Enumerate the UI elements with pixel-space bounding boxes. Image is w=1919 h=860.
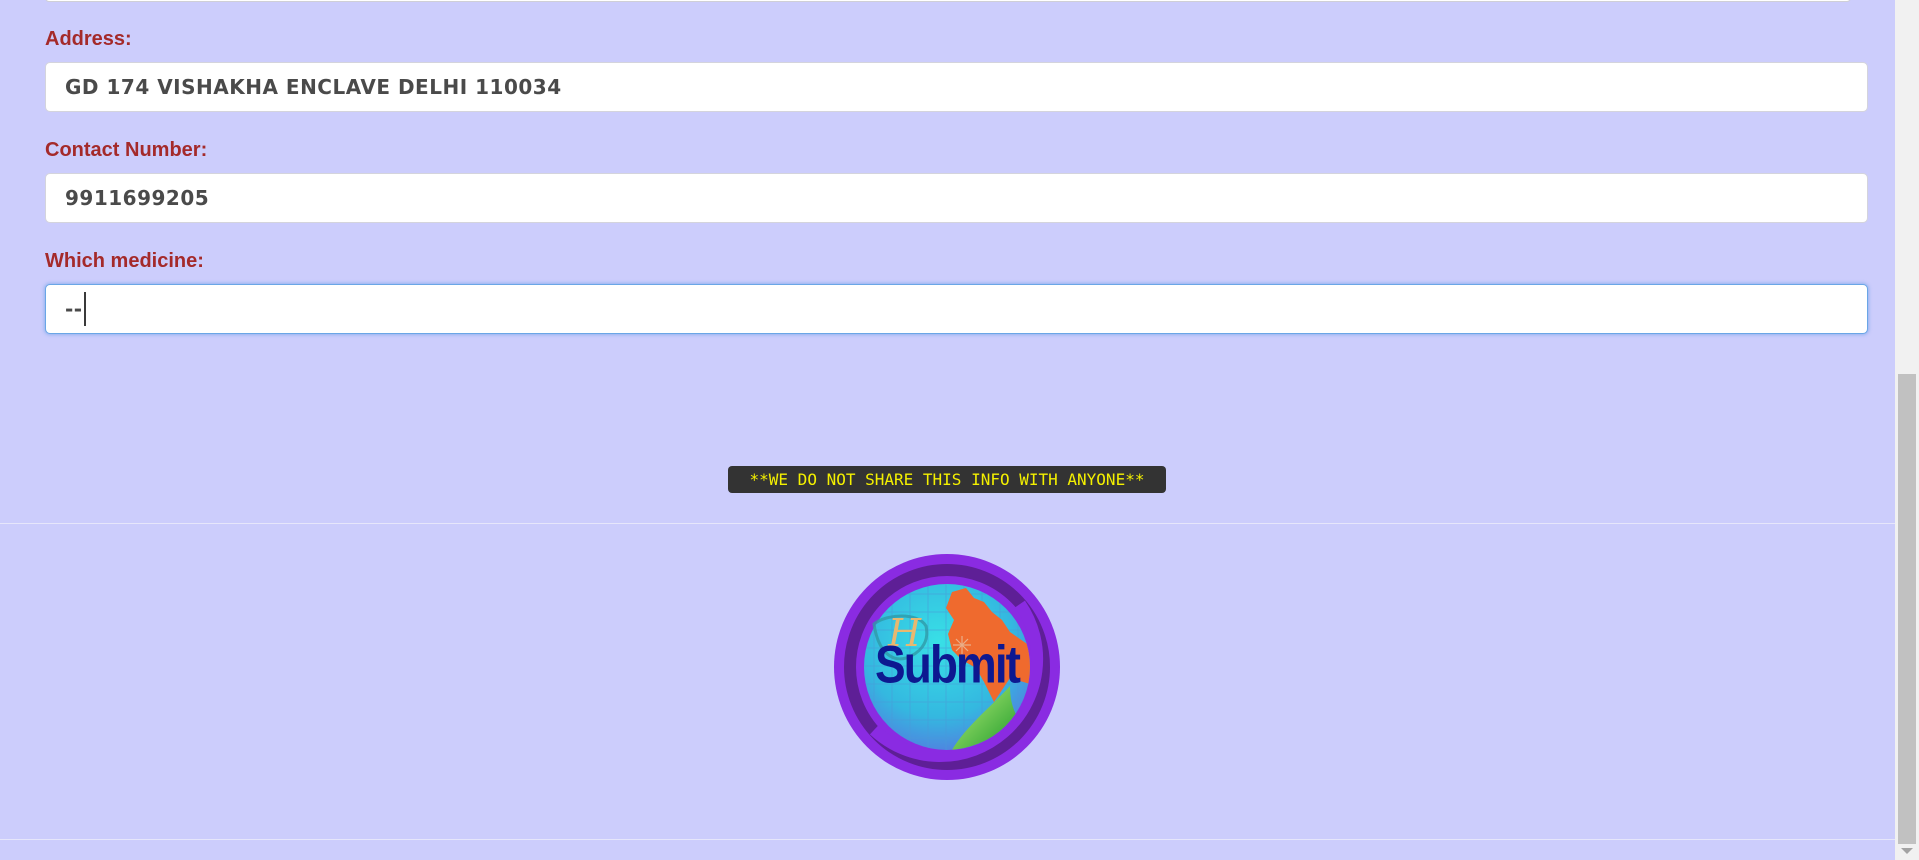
scroll-down-arrow-icon[interactable] [1901,848,1913,854]
contact-number-input[interactable]: 9911699205 [45,173,1868,223]
medicine-input[interactable]: -- [45,284,1868,334]
scrollbar-thumb[interactable] [1898,374,1916,844]
address-input-value: GD 174 VISHAKHA ENCLAVE DELHI 110034 [65,75,562,99]
privacy-notice: **WE DO NOT SHARE THIS INFO WITH ANYONE*… [728,466,1166,493]
contact-number-label: Contact Number: [45,139,208,161]
vertical-scrollbar[interactable] [1895,0,1919,860]
address-input[interactable]: GD 174 VISHAKHA ENCLAVE DELHI 110034 [45,62,1868,112]
submit-button[interactable]: H Submit [834,554,1060,780]
previous-input-field[interactable] [45,0,1851,2]
text-caret [83,291,86,326]
divider-top [0,523,1895,524]
form-page: Address: GD 174 VISHAKHA ENCLAVE DELHI 1… [0,0,1895,860]
divider-bottom [0,839,1895,840]
submit-label: Submit [875,634,1021,694]
contact-number-input-value: 9911699205 [65,186,210,210]
medicine-input-value: -- [65,297,83,321]
medicine-label: Which medicine: [45,250,204,272]
address-label: Address: [45,28,132,50]
